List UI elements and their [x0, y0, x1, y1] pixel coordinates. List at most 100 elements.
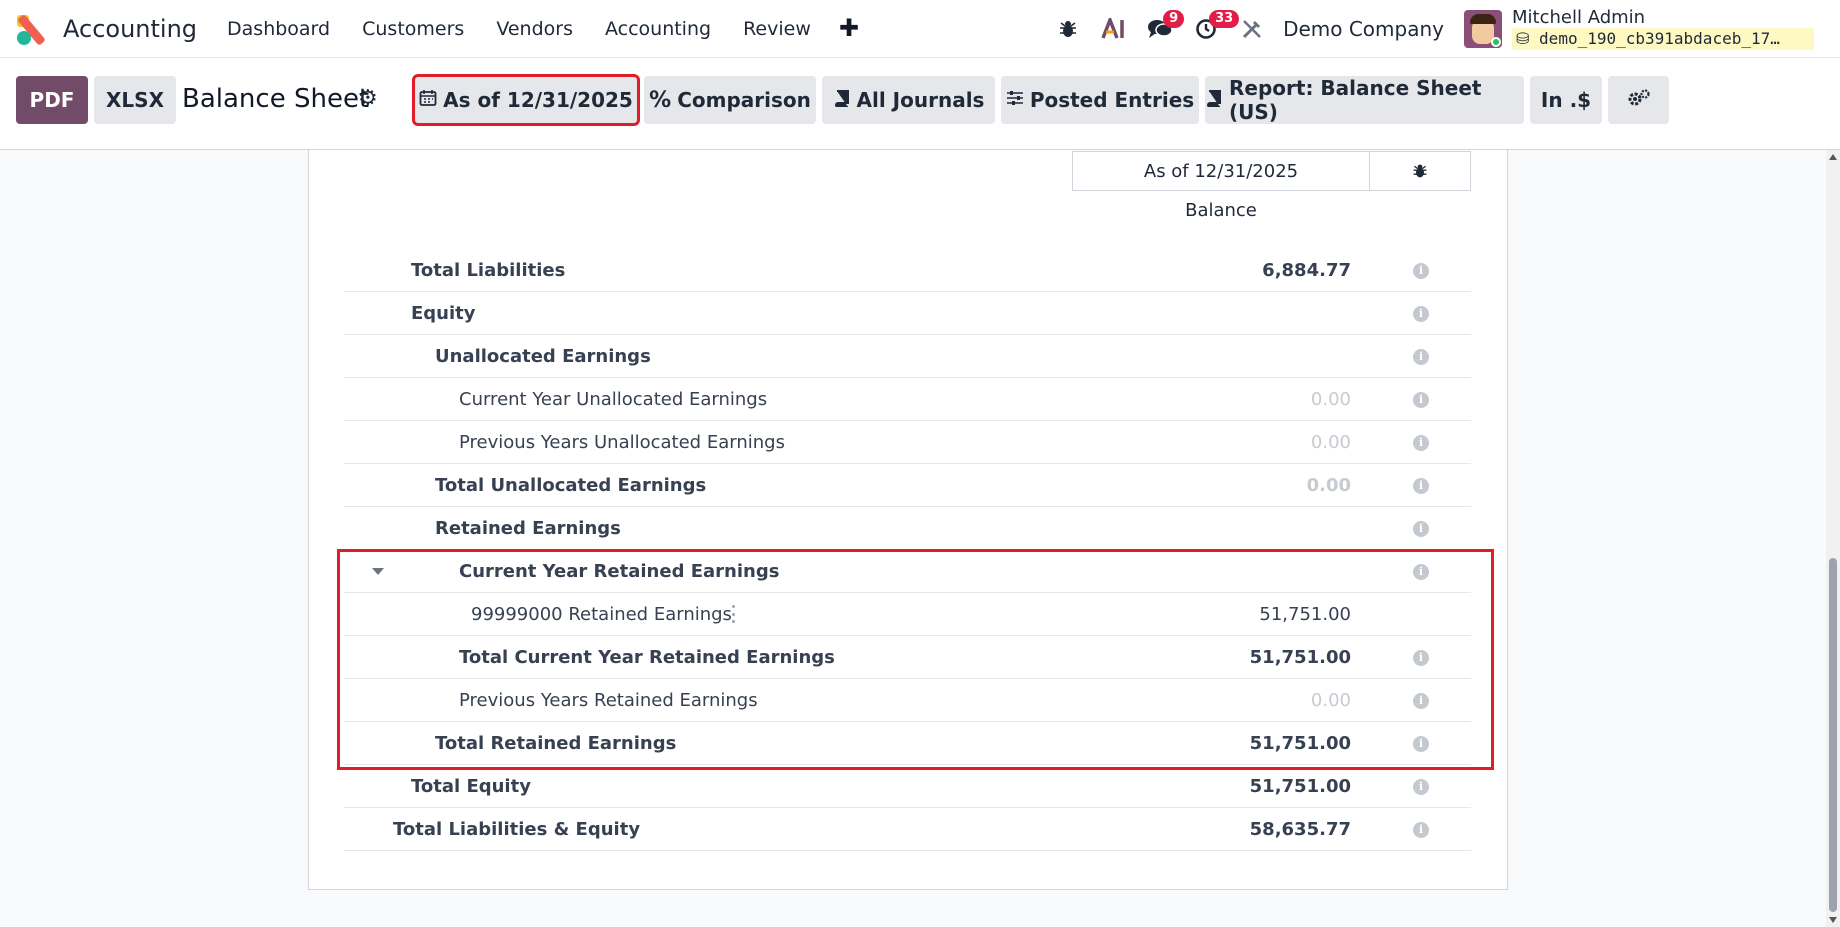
report-row[interactable]: Unallocated Earnings i	[344, 335, 1471, 378]
report-row[interactable]: Previous Years Unallocated Earnings 0.00…	[344, 421, 1471, 464]
report-row[interactable]: Previous Years Retained Earnings 0.00 i	[344, 679, 1471, 722]
info-icon[interactable]: i	[1413, 263, 1429, 279]
report-row[interactable]: Total Current Year Retained Earnings 51,…	[344, 636, 1471, 679]
avatar	[1464, 10, 1502, 48]
report-row[interactable]: Total Retained Earnings 51,751.00 i	[344, 722, 1471, 765]
row-label: Total Equity	[411, 776, 531, 797]
ai-icon[interactable]	[1091, 0, 1137, 58]
database-name: ⛁ demo_190_cb391abdaceb_17…	[1512, 28, 1814, 50]
report-row[interactable]: Total Liabilities 6,884.77 i	[344, 249, 1471, 292]
journals-button[interactable]: All Journals	[822, 76, 995, 124]
menu-accounting[interactable]: Accounting	[589, 0, 727, 58]
info-icon[interactable]: i	[1413, 306, 1429, 322]
info-icon[interactable]: i	[1413, 349, 1429, 365]
menu-dashboard[interactable]: Dashboard	[211, 0, 346, 58]
messages-icon[interactable]: 9	[1137, 0, 1185, 58]
row-label: Equity	[411, 303, 476, 324]
row-label: Total Retained Earnings	[435, 733, 677, 754]
user-menu[interactable]: Mitchell Admin ⛁ demo_190_cb391abdaceb_1…	[1464, 8, 1814, 50]
row-value[interactable]: 58,635.77	[1250, 808, 1351, 851]
report-row[interactable]: Retained Earnings i	[344, 507, 1471, 550]
systray: 9 33 Demo Company Mitchell Admin ⛁ demo_…	[1045, 0, 1840, 58]
info-icon[interactable]: i	[1413, 521, 1429, 537]
report-row[interactable]: Current Year Unallocated Earnings 0.00 i	[344, 378, 1471, 421]
date-filter-button[interactable]: As of 12/31/2025	[412, 74, 640, 126]
info-icon[interactable]: i	[1413, 693, 1429, 709]
info-icon[interactable]: i	[1413, 435, 1429, 451]
debug-bug-icon[interactable]	[1045, 0, 1091, 58]
top-navbar: Accounting Dashboard Customers Vendors A…	[0, 0, 1840, 58]
main-menu: Dashboard Customers Vendors Accounting R…	[211, 0, 871, 58]
info-icon[interactable]: i	[1413, 650, 1429, 666]
scroll-down-arrow-icon[interactable]	[1829, 917, 1837, 923]
collapse-caret-icon[interactable]	[372, 568, 384, 575]
row-label: Total Liabilities & Equity	[393, 819, 641, 840]
company-switcher[interactable]: Demo Company	[1275, 17, 1464, 41]
row-label: Unallocated Earnings	[435, 346, 651, 367]
scroll-up-arrow-icon[interactable]	[1829, 154, 1837, 160]
posted-entries-button[interactable]: Posted Entries	[1001, 76, 1199, 124]
row-label[interactable]: 99999000 Retained Earnings	[471, 593, 732, 636]
row-label: Previous Years Retained Earnings	[459, 690, 758, 711]
comparison-button[interactable]: % Comparison	[644, 76, 816, 124]
menu-review[interactable]: Review	[727, 0, 827, 58]
row-value[interactable]: 51,751.00	[1250, 722, 1351, 765]
row-value[interactable]: 0.00	[1307, 464, 1351, 507]
xlsx-button[interactable]: XLSX	[94, 76, 176, 124]
gear-icon[interactable]: ⚙	[358, 86, 378, 111]
tools-icon[interactable]	[1229, 0, 1275, 58]
info-icon[interactable]: i	[1413, 779, 1429, 795]
settings-gears-button[interactable]	[1608, 76, 1669, 124]
scrollbar[interactable]	[1826, 150, 1840, 927]
sliders-icon	[1006, 89, 1024, 112]
user-name: Mitchell Admin	[1512, 7, 1646, 28]
pdf-button[interactable]: PDF	[16, 76, 88, 124]
app-brand[interactable]: Accounting	[15, 13, 198, 46]
info-icon[interactable]: i	[1413, 736, 1429, 752]
info-icon[interactable]: i	[1413, 822, 1429, 838]
menu-vendors[interactable]: Vendors	[480, 0, 589, 58]
report-row[interactable]: Total Equity 51,751.00 i	[344, 765, 1471, 808]
report-row-expanded[interactable]: Current Year Retained Earnings i	[344, 550, 1471, 593]
row-value[interactable]: 0.00	[1311, 378, 1351, 421]
row-value[interactable]: 0.00	[1311, 421, 1351, 464]
row-label: Total Current Year Retained Earnings	[459, 647, 835, 668]
row-label: Total Liabilities	[411, 260, 566, 281]
report-row[interactable]: Total Liabilities & Equity 58,635.77 i	[344, 808, 1471, 851]
report-variant-button[interactable]: Report: Balance Sheet (US)	[1205, 76, 1524, 124]
currency-button[interactable]: In .$	[1530, 76, 1602, 124]
app-name: Accounting	[63, 14, 198, 43]
info-icon[interactable]: i	[1413, 478, 1429, 494]
report-row-account[interactable]: 99999000 Retained Earnings 51,751.00	[344, 593, 1471, 636]
row-label: Retained Earnings	[435, 518, 621, 539]
percent-icon: %	[649, 87, 672, 113]
row-label: Previous Years Unallocated Earnings	[459, 432, 785, 453]
page-title: Balance Sheet	[182, 84, 370, 114]
info-icon[interactable]: i	[1413, 392, 1429, 408]
scroll-thumb[interactable]	[1829, 558, 1837, 912]
row-value[interactable]: 51,751.00	[1250, 765, 1351, 808]
info-icon[interactable]: i	[1413, 564, 1429, 580]
gears-icon	[1627, 88, 1651, 113]
row-value[interactable]: 51,751.00	[1250, 636, 1351, 679]
row-label: Current Year Unallocated Earnings	[459, 389, 768, 410]
column-debug-bug-icon[interactable]	[1369, 151, 1471, 191]
row-label: Current Year Retained Earnings	[459, 561, 780, 582]
report-row[interactable]: Total Unallocated Earnings 0.00 i	[344, 464, 1471, 507]
book-icon	[1205, 89, 1223, 112]
report-row[interactable]: Equity i	[344, 292, 1471, 335]
calendar-icon	[419, 89, 437, 112]
row-label: Total Unallocated Earnings	[435, 475, 707, 496]
control-panel: PDF XLSX Balance Sheet ⚙ As of 12/31/202…	[0, 58, 1840, 150]
row-value[interactable]: 0.00	[1311, 679, 1351, 722]
activities-clock-icon[interactable]: 33	[1183, 0, 1240, 58]
column-header-date[interactable]: As of 12/31/2025	[1072, 151, 1370, 191]
column-subheader-balance: Balance	[1185, 200, 1257, 221]
kebab-menu-icon[interactable]	[732, 605, 736, 623]
menu-customers[interactable]: Customers	[346, 0, 480, 58]
messages-badge: 9	[1163, 10, 1185, 28]
plus-icon[interactable]: ✚	[827, 0, 871, 58]
row-value[interactable]: 51,751.00	[1259, 593, 1351, 636]
row-value[interactable]: 6,884.77	[1262, 249, 1351, 292]
book-icon	[833, 89, 851, 112]
